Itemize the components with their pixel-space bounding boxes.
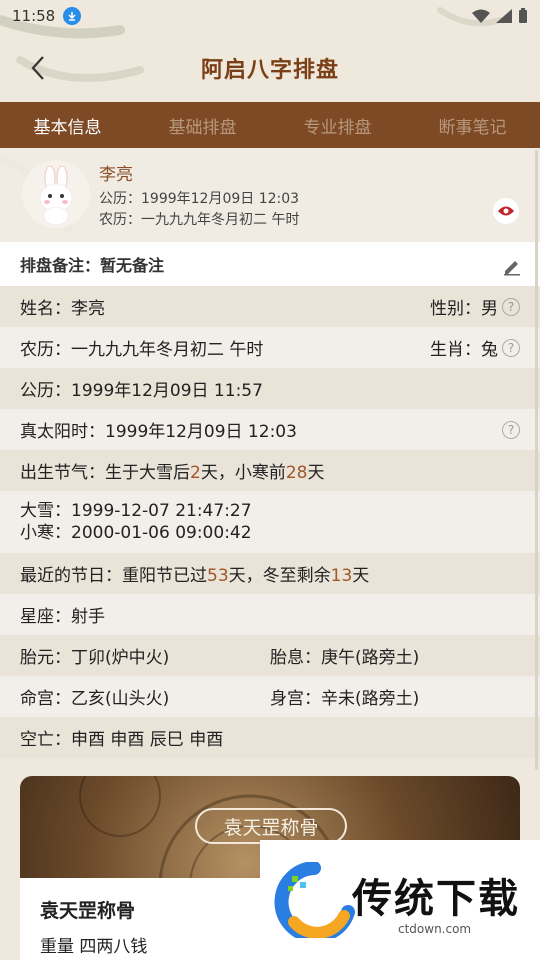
festival-days-passed: 53 (207, 566, 229, 586)
info-kongwang: 空亡：申酉 申酉 辰巳 申酉 (20, 730, 224, 750)
info-row-festival: 最近的节日：重阳节已过53天，冬至剩余13天 (0, 553, 540, 594)
rabbit-avatar-icon (39, 165, 73, 226)
visibility-toggle-button[interactable] (493, 198, 519, 224)
status-time: 11:58 (12, 7, 56, 25)
bone-weighing-weight: 重量 四两八钱 (40, 937, 148, 957)
festival-days-left: 13 (330, 566, 353, 586)
info-row-palace: 命宫：乙亥(山头火) 身宫：辛未(路旁土) (0, 676, 540, 717)
battery-icon (519, 8, 527, 23)
info-lunar: 农历：一九九九年冬月初二 午时 (20, 340, 264, 360)
info-gregorian: 公历：1999年12月09日 11:57 (20, 381, 263, 401)
profile-name: 李亮 (99, 165, 133, 185)
watermark-brand: 传统下载 (352, 876, 520, 922)
chevron-left-icon (31, 56, 44, 80)
app-header: 阿启八字排盘 (0, 40, 540, 96)
profile-gregorian: 公历：1999年12月09日 12:03 (99, 191, 300, 207)
info-row-terms: 大雪：1999-12-07 21:47:27 小寒：2000-01-06 09:… (0, 491, 540, 553)
info-row-lunar: 农历：一九九九年冬月初二 午时 生肖：兔 ? (0, 327, 540, 368)
info-constellation: 星座：射手 (20, 607, 105, 627)
wifi-icon (472, 9, 490, 23)
info-gender: 性别：男 (430, 299, 498, 319)
tab-basic-info[interactable]: 基本信息 (0, 102, 135, 148)
tab-bar: 基本信息 基础排盘 专业排盘 断事笔记 (0, 102, 540, 148)
status-bar: 11:58 (0, 0, 540, 32)
info-name: 姓名：李亮 (20, 299, 105, 319)
ctdown-logo-icon (274, 862, 355, 938)
solar-term-suffix: 天 (307, 463, 325, 483)
info-daxue: 大雪：1999-12-07 21:47:27 (20, 501, 252, 521)
info-minggong: 命宫：乙亥(山头火) (20, 689, 170, 709)
signal-icon (496, 9, 512, 23)
page-title: 阿启八字排盘 (200, 58, 339, 83)
info-zodiac: 生肖：兔 (430, 340, 498, 360)
solar-time-help-group: ? (502, 420, 520, 439)
info-taixi: 胎息：庚午(路旁土) (270, 648, 420, 668)
info-row-solar-term: 出生节气：生于大雪后2天，小寒前28天 (0, 450, 540, 491)
info-taiyuan: 胎元：丁卯(炉中火) (20, 648, 170, 668)
info-solar-term: 出生节气：生于大雪后2天，小寒前28天 (20, 458, 324, 483)
info-festival: 最近的节日：重阳节已过53天，冬至剩余13天 (20, 561, 369, 586)
chart-note-row: 排盘备注：暂无备注 (0, 242, 540, 286)
info-row-gregorian: 公历：1999年12月09日 11:57 (0, 368, 540, 409)
solar-term-days-before: 28 (285, 463, 308, 483)
back-button[interactable] (24, 52, 52, 84)
solar-term-days-after: 2 (190, 463, 201, 483)
tab-pro-chart[interactable]: 专业排盘 (270, 102, 405, 148)
download-icon (63, 7, 82, 25)
info-row-kongwang: 空亡：申酉 申酉 辰巳 申酉 (0, 717, 540, 758)
info-row-name: 姓名：李亮 性别：男 ? (0, 286, 540, 327)
info-row-solar-time: 真太阳时：1999年12月09日 12:03 ? (0, 409, 540, 450)
watermark-url: ctdown.com (398, 922, 472, 936)
tab-basic-chart[interactable]: 基础排盘 (135, 102, 270, 148)
info-solar-time: 真太阳时：1999年12月09日 12:03 (20, 422, 297, 442)
watermark: 传统下载 ctdown.com (260, 840, 540, 960)
info-row-tai: 胎元：丁卯(炉中火) 胎息：庚午(路旁土) (0, 635, 540, 676)
gender-group: 性别：男 ? (430, 294, 520, 319)
zodiac-group: 生肖：兔 ? (430, 335, 520, 360)
help-icon[interactable]: ? (502, 297, 520, 316)
avatar (22, 160, 90, 228)
eye-icon (498, 206, 514, 216)
profile-card: 李亮 公历：1999年12月09日 12:03 农历：一九九九年冬月初二 午时 (0, 148, 540, 242)
info-shengong: 身宫：辛未(路旁土) (270, 689, 420, 709)
solar-term-mid: 天，小寒前 (200, 463, 286, 483)
tab-notes[interactable]: 断事笔记 (405, 102, 540, 148)
pencil-icon (504, 261, 520, 276)
bone-weighing-banner-label: 袁天罡称骨 (195, 808, 347, 844)
scrollbar[interactable] (535, 150, 538, 770)
bone-weighing-title: 袁天罡称骨 (40, 900, 136, 922)
profile-lunar: 农历：一九九九年冬月初二 午时 (99, 212, 300, 228)
info-list: 姓名：李亮 性别：男 ? 农历：一九九九年冬月初二 午时 生肖：兔 ? 公历：1… (0, 286, 540, 758)
chart-note-label: 排盘备注：暂无备注 (20, 256, 165, 275)
festival-prefix: 最近的节日：重阳节已过 (20, 566, 207, 586)
solar-term-prefix: 出生节气：生于大雪后 (20, 463, 190, 483)
help-icon[interactable]: ? (502, 420, 520, 439)
festival-suffix: 天 (352, 566, 370, 586)
info-xiaohan: 小寒：2000-01-06 09:00:42 (20, 523, 252, 543)
info-row-constellation: 星座：射手 (0, 594, 540, 635)
help-icon[interactable]: ? (502, 338, 520, 357)
edit-note-button[interactable] (502, 256, 522, 276)
festival-mid: 天，冬至剩余 (228, 566, 331, 586)
